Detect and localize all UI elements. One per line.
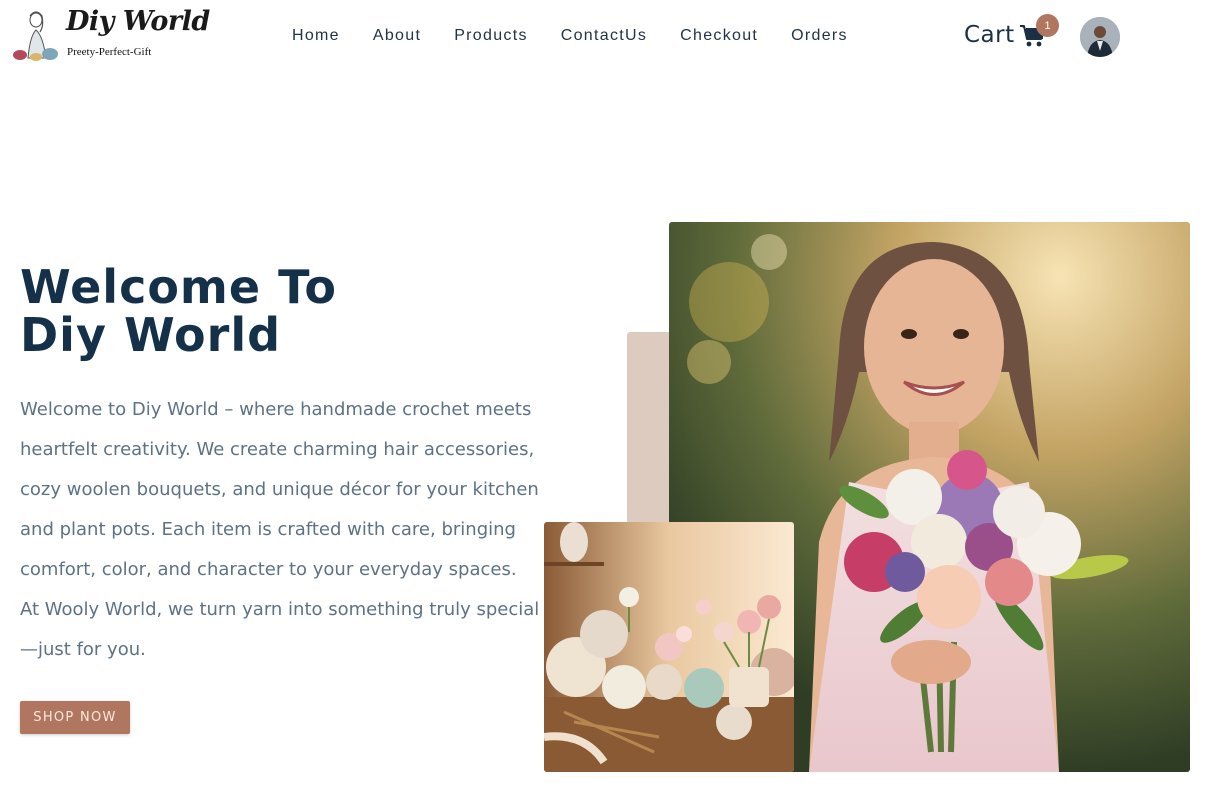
nav-about[interactable]: About [373, 27, 421, 45]
logo-figure-icon [13, 11, 58, 61]
nav-contact-us[interactable]: ContactUs [561, 27, 647, 45]
site-header: Diy World Preety-Perfect-Gift Home About… [0, 0, 1212, 76]
hero-title-line-1: Welcome To [20, 260, 337, 314]
cart-count-badge: 1 [1036, 14, 1059, 37]
yarn-flowers-image [544, 522, 794, 772]
main-nav: Home About Products ContactUs Checkout O… [292, 27, 881, 45]
cart-label: Cart [964, 22, 1015, 48]
nav-products[interactable]: Products [454, 27, 528, 45]
logo-tagline: Preety-Perfect-Gift [67, 46, 152, 58]
logo-title: Diy World [66, 6, 210, 37]
hero-title-line-2: Diy World [20, 308, 282, 362]
user-avatar[interactable] [1080, 17, 1120, 57]
hero-description: Welcome to Diy World – where handmade cr… [20, 399, 540, 660]
nav-checkout[interactable]: Checkout [680, 27, 758, 45]
shop-now-button[interactable]: SHOP NOW [20, 701, 130, 734]
nav-home[interactable]: Home [292, 27, 340, 45]
user-avatar-image [1080, 17, 1120, 57]
nav-orders[interactable]: Orders [791, 27, 848, 45]
site-logo[interactable]: Diy World Preety-Perfect-Gift [10, 6, 210, 64]
cart-link[interactable]: Cart 1 [964, 14, 1059, 48]
hero-title: Welcome To Diy World [20, 263, 440, 359]
